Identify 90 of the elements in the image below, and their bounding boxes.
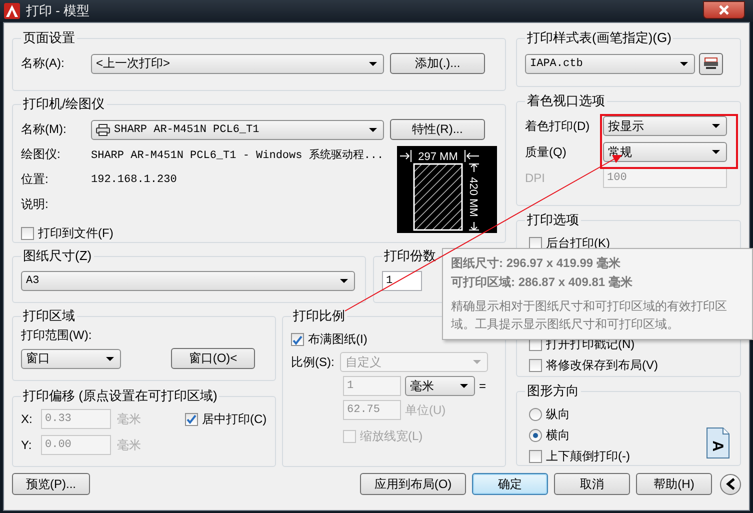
preview-button[interactable]: 预览(P)... xyxy=(12,473,90,495)
window-button[interactable]: 窗口(O)< xyxy=(171,348,255,369)
field-label: 着色打印(D) xyxy=(525,118,591,134)
group-title: 打印比例 xyxy=(292,307,346,325)
field-label: Y: xyxy=(21,438,33,452)
group-title: 打印偏移 (原点设置在可打印区域) xyxy=(22,387,218,405)
field-label: DPI xyxy=(525,171,546,185)
field-label: 比例(S): xyxy=(291,354,334,370)
info-value: SHARP AR-M451N PCL6_T1 - Windows 系统驱动程... xyxy=(91,148,384,162)
checkbox[interactable] xyxy=(529,450,542,463)
caret-icon xyxy=(712,150,720,154)
group-title: 打印机/绘图仪 xyxy=(22,95,106,113)
dropdown[interactable]: 毫米 xyxy=(405,376,475,396)
tooltip-line: 可打印区域: 286.87 x 409.81 毫米 xyxy=(451,274,634,291)
group-title: 页面设置 xyxy=(22,29,76,47)
checkbox-label: 缩放线宽(L) xyxy=(360,428,423,445)
text-field[interactable]: 1 xyxy=(382,271,422,291)
checkbox-label: 将修改保存到布局(V) xyxy=(546,357,658,374)
properties-button[interactable]: 特性(R)... xyxy=(390,119,485,140)
dimension-label: 297 MM xyxy=(418,151,458,163)
caret-icon xyxy=(473,360,482,364)
caret-icon xyxy=(680,62,688,66)
unit-label: 毫米 xyxy=(117,436,141,454)
collapse-button[interactable] xyxy=(720,474,741,494)
printer-icon xyxy=(96,124,110,136)
close-icon xyxy=(718,5,730,15)
unit-label: 毫米 xyxy=(117,410,141,428)
landscape-page-icon xyxy=(706,428,730,458)
field-label: X: xyxy=(21,412,34,426)
checkbox-label: 打印到文件(F) xyxy=(38,225,114,242)
radio-button[interactable] xyxy=(529,429,542,442)
caret-icon xyxy=(369,62,377,66)
dropdown[interactable]: SHARP AR-M451N PCL6_T1 xyxy=(91,120,384,140)
field-label: 打印范围(W): xyxy=(21,327,93,344)
app-logo-icon xyxy=(4,3,20,19)
caret-icon xyxy=(712,124,720,128)
dropdown[interactable]: <上一次打印> xyxy=(91,54,384,74)
tooltip-line: 图纸尺寸: 296.97 x 419.99 毫米 xyxy=(451,255,622,272)
group-title: 着色视口选项 xyxy=(526,92,606,110)
equals-sign: = xyxy=(479,379,486,393)
checkbox[interactable] xyxy=(529,359,542,372)
dialog-button[interactable]: 应用到布局(O) xyxy=(360,473,466,495)
checkbox[interactable] xyxy=(21,227,34,240)
dropdown[interactable]: IAPA.ctb xyxy=(525,54,695,74)
dropdown[interactable]: A3 xyxy=(21,271,355,291)
caret-icon xyxy=(460,384,468,388)
edit-button[interactable] xyxy=(699,53,723,75)
checkbox-label: 布满图纸(I) xyxy=(308,331,368,348)
unit-label: 单位(U) xyxy=(405,402,446,418)
caret-icon xyxy=(369,128,377,132)
checkbox[interactable] xyxy=(291,333,304,346)
radio-label: 纵向 xyxy=(546,406,570,423)
group-title: 打印区域 xyxy=(22,307,76,325)
checkbox-label: 居中打印(C) xyxy=(202,410,267,428)
chevron-left-icon xyxy=(726,478,736,490)
info-label: 说明: xyxy=(21,196,50,213)
plot-style-editor-icon xyxy=(703,57,719,71)
hatched-sheet xyxy=(413,163,463,231)
field-label: 名称(M): xyxy=(21,121,68,138)
group-title: 打印样式表(画笔指定)(G) xyxy=(526,29,672,47)
dropdown[interactable]: 按显示 xyxy=(603,116,727,136)
dialog-button[interactable]: 确定 xyxy=(472,473,548,495)
group-title: 图纸尺寸(Z) xyxy=(22,247,93,265)
caret-icon xyxy=(106,356,114,360)
dimension-arrow xyxy=(468,222,480,231)
field-label: 名称(A): xyxy=(21,55,66,72)
add-button[interactable]: 添加(.)... xyxy=(390,53,485,74)
dropdown[interactable]: 窗口 xyxy=(21,348,121,368)
dimension-arrow xyxy=(468,163,480,172)
radio-button[interactable] xyxy=(529,408,542,421)
group-title: 打印份数 xyxy=(383,247,437,265)
orientation-letter: A xyxy=(709,440,726,452)
caret-icon xyxy=(340,279,348,283)
close-button[interactable] xyxy=(703,1,745,19)
group-title: 打印选项 xyxy=(526,211,580,229)
dimension-label: 420 MM xyxy=(467,177,479,217)
info-value: 192.168.1.230 xyxy=(91,174,177,186)
dimension-arrow xyxy=(464,150,480,162)
tooltip-text: 精确显示相对于图纸尺寸和可打印区域的有效打印区域。工具提示显示图纸尺寸和可打印区域。 xyxy=(451,298,728,333)
dialog-button[interactable]: 帮助(H) xyxy=(636,473,712,495)
radio-label: 横向 xyxy=(546,427,570,444)
checkbox-label: 上下颠倒打印(-) xyxy=(546,448,630,465)
group-title: 图形方向 xyxy=(526,382,580,400)
dialog-button[interactable]: 取消 xyxy=(554,473,630,495)
info-label: 位置: xyxy=(21,171,50,188)
info-label: 绘图仪: xyxy=(21,146,62,163)
field-label: 质量(Q) xyxy=(525,144,568,160)
window-title: 打印 - 模型 xyxy=(26,2,91,20)
dimension-arrow xyxy=(400,150,412,162)
checkbox[interactable] xyxy=(185,412,198,426)
